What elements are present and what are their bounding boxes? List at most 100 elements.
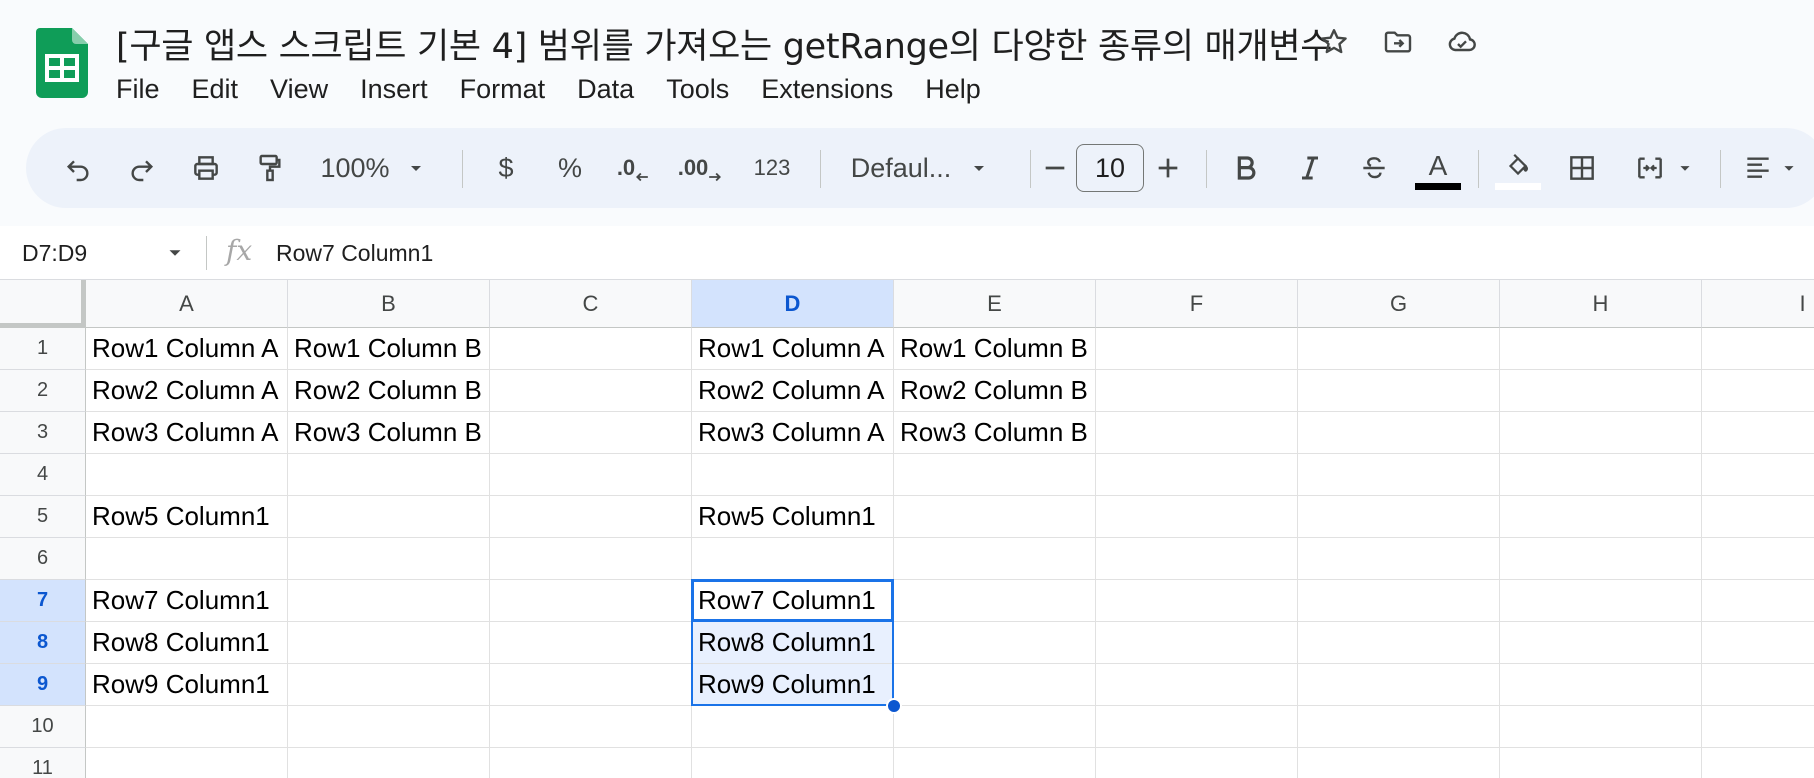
document-title[interactable]: [구글 앱스 스크립트 기본 4] 범위를 가져오는 getRange의 다양한…: [116, 18, 1332, 69]
cell-b5[interactable]: [288, 496, 490, 538]
cell-c11[interactable]: [490, 748, 692, 778]
cell-b7[interactable]: [288, 580, 490, 622]
cell-a7[interactable]: Row7 Column1: [86, 580, 288, 622]
cell-f8[interactable]: [1096, 622, 1298, 664]
column-header-f[interactable]: F: [1096, 280, 1298, 328]
cell-h1[interactable]: [1500, 328, 1702, 370]
menu-data[interactable]: Data: [561, 74, 650, 105]
cell-e4[interactable]: [894, 454, 1096, 496]
cell-b8[interactable]: [288, 622, 490, 664]
cell-a6[interactable]: [86, 538, 288, 580]
cell-e1[interactable]: Row1 Column B: [894, 328, 1096, 370]
cell-h5[interactable]: [1500, 496, 1702, 538]
cell-a3[interactable]: Row3 Column A: [86, 412, 288, 454]
cell-h9[interactable]: [1500, 664, 1702, 706]
cell-f9[interactable]: [1096, 664, 1298, 706]
formula-input[interactable]: Row7 Column1: [276, 226, 433, 280]
cell-h3[interactable]: [1500, 412, 1702, 454]
font-size-input[interactable]: 10: [1076, 144, 1144, 192]
cell-f4[interactable]: [1096, 454, 1298, 496]
font-select[interactable]: Defaul...: [826, 128, 1016, 208]
cell-c8[interactable]: [490, 622, 692, 664]
name-box[interactable]: D7:D9: [22, 226, 87, 280]
increase-font-size-button[interactable]: [1148, 128, 1188, 208]
cell-d5[interactable]: Row5 Column1: [692, 496, 894, 538]
fill-color-button[interactable]: [1492, 128, 1544, 208]
cell-f5[interactable]: [1096, 496, 1298, 538]
cell-f7[interactable]: [1096, 580, 1298, 622]
cell-a1[interactable]: Row1 Column A: [86, 328, 288, 370]
cell-i4[interactable]: [1702, 454, 1814, 496]
currency-format-button[interactable]: $: [482, 128, 530, 208]
cell-g7[interactable]: [1298, 580, 1500, 622]
cell-i5[interactable]: [1702, 496, 1814, 538]
cell-g3[interactable]: [1298, 412, 1500, 454]
cell-b9[interactable]: [288, 664, 490, 706]
cell-d4[interactable]: [692, 454, 894, 496]
cell-d8[interactable]: Row8 Column1: [692, 622, 894, 664]
cell-i8[interactable]: [1702, 622, 1814, 664]
cell-g8[interactable]: [1298, 622, 1500, 664]
cell-e5[interactable]: [894, 496, 1096, 538]
cell-d2[interactable]: Row2 Column A: [692, 370, 894, 412]
cell-a10[interactable]: [86, 706, 288, 748]
row-header-4[interactable]: 4: [0, 454, 86, 496]
cell-c10[interactable]: [490, 706, 692, 748]
cell-b11[interactable]: [288, 748, 490, 778]
cell-i11[interactable]: [1702, 748, 1814, 778]
decrease-decimal-button[interactable]: .0: [608, 128, 658, 208]
cell-e9[interactable]: [894, 664, 1096, 706]
cell-f6[interactable]: [1096, 538, 1298, 580]
cell-e10[interactable]: [894, 706, 1096, 748]
cell-c2[interactable]: [490, 370, 692, 412]
column-header-c[interactable]: C: [490, 280, 692, 328]
cell-h11[interactable]: [1500, 748, 1702, 778]
cell-g9[interactable]: [1298, 664, 1500, 706]
cell-c4[interactable]: [490, 454, 692, 496]
cell-g2[interactable]: [1298, 370, 1500, 412]
menu-insert[interactable]: Insert: [344, 74, 444, 105]
column-header-g[interactable]: G: [1298, 280, 1500, 328]
cell-i7[interactable]: [1702, 580, 1814, 622]
cell-g10[interactable]: [1298, 706, 1500, 748]
cell-b6[interactable]: [288, 538, 490, 580]
bold-button[interactable]: [1222, 128, 1270, 208]
cell-g5[interactable]: [1298, 496, 1500, 538]
column-header-e[interactable]: E: [894, 280, 1096, 328]
cell-i1[interactable]: [1702, 328, 1814, 370]
menu-format[interactable]: Format: [444, 74, 562, 105]
cell-c5[interactable]: [490, 496, 692, 538]
cell-d9[interactable]: Row9 Column1: [692, 664, 894, 706]
cell-e8[interactable]: [894, 622, 1096, 664]
star-icon[interactable]: [1316, 24, 1352, 60]
column-header-b[interactable]: B: [288, 280, 490, 328]
cell-d7[interactable]: Row7 Column1: [692, 580, 894, 622]
cell-c6[interactable]: [490, 538, 692, 580]
percent-format-button[interactable]: %: [546, 128, 594, 208]
move-to-folder-icon[interactable]: [1380, 24, 1416, 60]
cell-g4[interactable]: [1298, 454, 1500, 496]
row-header-11[interactable]: 11: [0, 748, 86, 778]
cell-g1[interactable]: [1298, 328, 1500, 370]
column-header-h[interactable]: H: [1500, 280, 1702, 328]
cell-d11[interactable]: [692, 748, 894, 778]
cell-a9[interactable]: Row9 Column1: [86, 664, 288, 706]
cell-h6[interactable]: [1500, 538, 1702, 580]
redo-button[interactable]: [118, 128, 166, 208]
more-formats-button[interactable]: 123: [740, 128, 804, 208]
text-color-button[interactable]: A: [1410, 128, 1466, 208]
cell-e2[interactable]: Row2 Column B: [894, 370, 1096, 412]
cloud-saved-icon[interactable]: [1444, 24, 1480, 60]
strikethrough-button[interactable]: [1350, 128, 1398, 208]
zoom-select[interactable]: 100%: [314, 128, 434, 208]
cell-i9[interactable]: [1702, 664, 1814, 706]
cell-e3[interactable]: Row3 Column B: [894, 412, 1096, 454]
menu-tools[interactable]: Tools: [650, 74, 745, 105]
increase-decimal-button[interactable]: .00: [672, 128, 728, 208]
borders-button[interactable]: [1558, 128, 1606, 208]
cell-h7[interactable]: [1500, 580, 1702, 622]
cell-h10[interactable]: [1500, 706, 1702, 748]
cell-b2[interactable]: Row2 Column B: [288, 370, 490, 412]
menu-help[interactable]: Help: [909, 74, 997, 105]
cell-f3[interactable]: [1096, 412, 1298, 454]
